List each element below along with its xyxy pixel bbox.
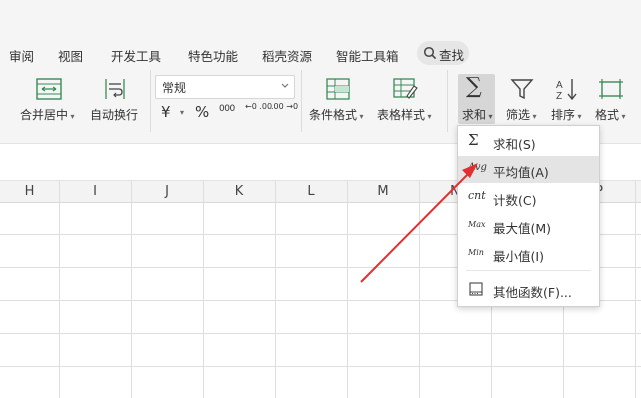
merge-center-icon [36, 78, 62, 100]
menu-item-label: 计数(C) [493, 193, 537, 208]
number-format-select[interactable]: 常规 [155, 75, 295, 99]
menu-item-label: 其他函数(F)... [493, 285, 572, 300]
menu-item-label: 最小值(I) [493, 249, 544, 264]
menu-item-label: 求和(S) [493, 137, 536, 152]
chevron-down-icon: ▾ [486, 112, 493, 121]
column-header-m[interactable]: M [347, 181, 419, 202]
increase-decimal-button[interactable]: .00 →0 [271, 103, 298, 111]
sort-label: 排序 [551, 108, 576, 122]
table-style-label: 表格样式 [377, 108, 426, 122]
merge-center-label: 合并居中 [20, 108, 69, 122]
merge-center-button[interactable]: 合并居中 ▾ [20, 106, 75, 123]
currency-button[interactable]: ¥ [161, 103, 171, 121]
column-header-h[interactable]: H [0, 181, 59, 202]
chevron-down-icon: ▾ [575, 112, 582, 121]
menu-item-count[interactable]: cnt 计数(C) [458, 184, 599, 211]
sigma-icon: ∑ [466, 74, 482, 99]
autosum-label-wrap: 求和 ▾ [462, 106, 493, 123]
menu-special-features[interactable]: 特色功能 [188, 46, 238, 65]
menu-item-other-functions[interactable]: 其他函数(F)... [458, 276, 599, 303]
column-header-k[interactable]: K [203, 181, 275, 202]
average-icon: Avg [468, 162, 487, 173]
menu-view[interactable]: 视图 [58, 46, 83, 65]
menu-item-sum[interactable]: Σ 求和(S) [458, 128, 599, 155]
menu-item-average[interactable]: Avg 平均值(A) [458, 156, 599, 183]
chevron-down-icon [281, 83, 289, 88]
ribbon-separator [150, 70, 151, 132]
wrap-text-icon [105, 79, 125, 99]
wrap-text-label: 自动换行 [90, 108, 139, 122]
format-icon [599, 79, 623, 99]
thousands-separator-button[interactable]: 000 [219, 104, 235, 114]
menu-review[interactable]: 审阅 [9, 46, 34, 65]
menu-smart-toolbox[interactable]: 智能工具箱 [336, 46, 399, 65]
search-button[interactable]: 查找 [417, 41, 469, 65]
search-icon [423, 46, 437, 60]
table-style-button[interactable]: 表格样式 ▾ [377, 106, 432, 123]
decrease-decimal-button[interactable]: ←0 .00 [245, 103, 272, 111]
number-format-value: 常规 [162, 81, 187, 95]
chevron-down-icon: ▾ [619, 112, 626, 121]
column-header-l[interactable]: L [275, 181, 347, 202]
chevron-down-icon: ▾ [357, 112, 364, 121]
sort-icon: A Z [556, 79, 577, 101]
wrap-text-button[interactable]: 自动换行 [90, 106, 138, 123]
sigma-icon: Σ [468, 131, 479, 149]
sort-button[interactable]: 排序 ▾ [551, 106, 582, 123]
autosum-label: 求和 [462, 108, 487, 122]
menu-item-max[interactable]: Max 最大值(M) [458, 212, 599, 239]
svg-text:A: A [556, 80, 563, 91]
ribbon-separator [447, 70, 448, 132]
menu-item-min[interactable]: Min 最小值(I) [458, 240, 599, 267]
chevron-down-icon: ▾ [68, 112, 75, 121]
column-header-i[interactable]: I [59, 181, 131, 202]
menu-item-label: 最大值(M) [493, 221, 552, 236]
svg-text:Z: Z [556, 91, 562, 101]
max-icon: Max [468, 220, 486, 229]
filter-icon [510, 79, 534, 100]
chevron-down-icon: ▾ [180, 108, 185, 117]
count-icon: cnt [468, 189, 486, 202]
conditional-format-label: 条件格式 [309, 108, 358, 122]
grid-line [0, 333, 641, 334]
percent-button[interactable]: % [195, 103, 209, 121]
filter-label: 筛选 [506, 108, 531, 122]
filter-button[interactable]: 筛选 ▾ [506, 106, 537, 123]
format-label: 格式 [595, 108, 620, 122]
min-icon: Min [468, 248, 484, 257]
chevron-down-icon: ▾ [425, 112, 432, 121]
chevron-down-icon: ▾ [530, 112, 537, 121]
format-button[interactable]: 格式 ▾ [595, 106, 626, 123]
conditional-format-button[interactable]: 条件格式 ▾ [309, 106, 364, 123]
search-label: 查找 [439, 48, 465, 63]
conditional-format-icon [326, 78, 350, 100]
menu-item-label: 平均值(A) [493, 165, 549, 180]
menu-docer-resources[interactable]: 稻壳资源 [262, 46, 312, 65]
column-header-j[interactable]: J [131, 181, 203, 202]
autosum-dropdown-menu: Σ 求和(S) Avg 平均值(A) cnt 计数(C) Max 最大值(M) … [457, 125, 600, 307]
menu-divider [466, 270, 591, 271]
function-icon [469, 282, 483, 296]
grid-line [0, 366, 641, 367]
menu-bar: 审阅 视图 开发工具 特色功能 稻壳资源 智能工具箱 [0, 36, 641, 70]
menu-developer-tools[interactable]: 开发工具 [111, 46, 161, 65]
title-strip [0, 0, 641, 36]
table-style-icon [393, 78, 418, 99]
ribbon-separator [301, 70, 302, 132]
